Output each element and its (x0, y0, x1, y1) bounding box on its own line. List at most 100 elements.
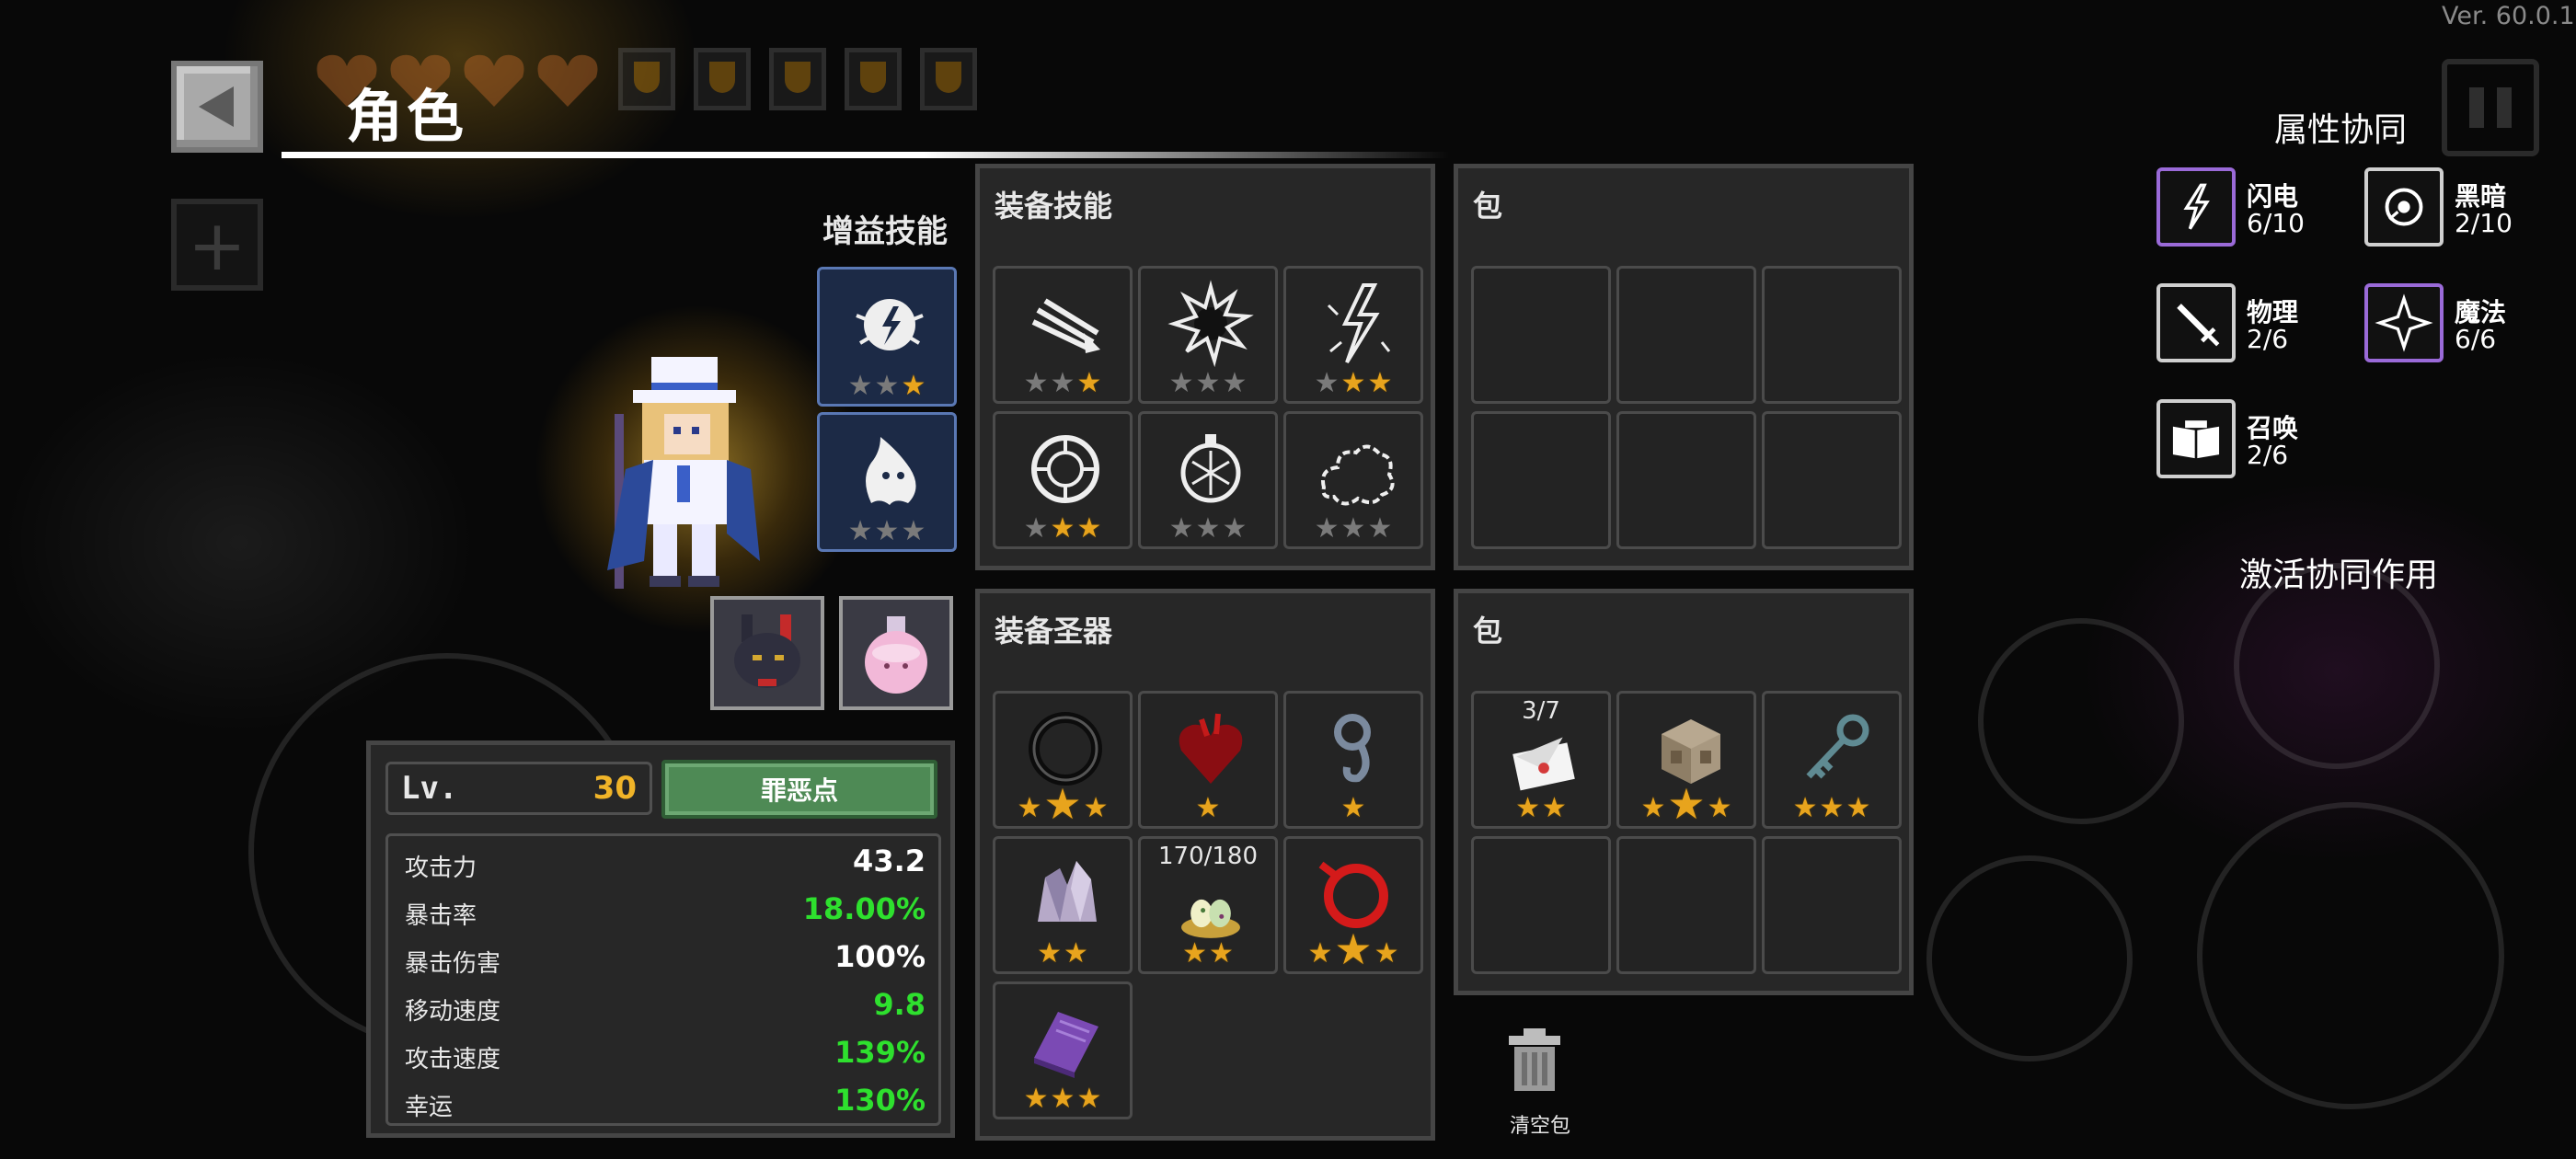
heart-icon (464, 54, 524, 107)
item-slot[interactable]: ★ ★ ★ (1283, 266, 1423, 404)
level-value: 30 (592, 770, 637, 807)
star-icon: ★ (874, 370, 900, 402)
star-icon: ★ (1340, 792, 1366, 824)
synergy-icon-button[interactable] (2364, 283, 2444, 362)
pause-icon (2497, 87, 2512, 128)
star-icon: ★ (1168, 512, 1194, 545)
star-rating: ★ ★ (995, 940, 1130, 968)
item-slot[interactable]: ★ ★ ★ (1138, 266, 1278, 404)
stat-row: 攻击力 43.2 (388, 840, 938, 888)
sin-points-button[interactable]: 罪恶点 (661, 760, 937, 819)
star-icon: ★ (1195, 792, 1221, 824)
add-button[interactable]: + (171, 199, 263, 291)
empty-slot[interactable] (1471, 411, 1611, 549)
stat-name: 暴击率 (405, 902, 477, 930)
boots-button[interactable] (1926, 855, 2133, 1061)
back-button[interactable] (171, 61, 263, 153)
shield-icon (694, 48, 751, 110)
star-icon: ★ (1195, 512, 1221, 545)
plus-icon: + (188, 203, 247, 286)
item-slot[interactable]: ★ ★ ★ (1138, 411, 1278, 549)
synergy-icon-button[interactable] (2156, 167, 2236, 247)
item-counter: 170/180 (1157, 843, 1258, 870)
star-icon: ★ (901, 515, 926, 547)
item-slot[interactable]: ★ ★ ★ (993, 266, 1133, 404)
sword-synergy-icon (2177, 304, 2220, 347)
companion-slot[interactable] (839, 596, 953, 710)
item-slot[interactable]: 170/180 ★ ★ (1138, 836, 1278, 974)
clear-bag-label: 清空包 (1509, 1115, 1570, 1138)
companion-slot[interactable] (710, 596, 824, 710)
level-label: Lv. (401, 770, 458, 807)
synergy-icon-button[interactable] (2364, 167, 2444, 247)
item-slot[interactable]: ★ (1283, 691, 1423, 829)
letter-envelope-icon (1512, 737, 1575, 791)
empty-slot[interactable] (1471, 266, 1611, 404)
equip-skills-title: 装备技能 (995, 189, 1113, 224)
stat-row: 暴击伤害 100% (388, 935, 938, 983)
stat-value: 43.2 (853, 843, 926, 878)
dash-button[interactable] (1978, 618, 2184, 824)
relic-bag-panel: 包 3/7 ★ ★ ★ ★ ★ ★ ★ ★ (1454, 589, 1914, 995)
stat-row: 移动速度 9.8 (388, 983, 938, 1031)
item-slot[interactable]: 3/7 ★ ★ (1471, 691, 1611, 829)
buff-skill-slot[interactable]: ★ ★ ★ (817, 267, 957, 407)
empty-slot[interactable] (1616, 266, 1756, 404)
pause-button[interactable] (2442, 59, 2539, 156)
empty-slot[interactable] (1616, 411, 1756, 549)
star-rating: ★ ★ ★ (995, 783, 1130, 825)
stat-row: 幸运 130% (388, 1079, 938, 1127)
lightning-synergy-icon (2183, 183, 2210, 230)
item-counter: 3/7 (1522, 697, 1560, 725)
star-icon: ★ (1667, 779, 1706, 829)
empty-slot[interactable] (1762, 411, 1902, 549)
star-rating: ★ ★ ★ (1765, 795, 1899, 822)
synergy-title: 属性协同 (2274, 111, 2408, 149)
synergy-icon-button[interactable] (2156, 399, 2236, 478)
synergy-icon-button[interactable] (2156, 283, 2236, 362)
empty-slot[interactable] (1471, 836, 1611, 974)
item-slot[interactable]: ★ ★ ★ (1616, 691, 1756, 829)
item-slot[interactable]: ★ ★ ★ (1283, 411, 1423, 549)
star-icon: ★ (1707, 792, 1732, 824)
empty-slot[interactable] (1616, 836, 1756, 974)
character-sprite (607, 357, 760, 589)
empty-slot[interactable] (1762, 266, 1902, 404)
item-slot[interactable]: ★ ★ ★ (1283, 836, 1423, 974)
star-icon: ★ (1076, 367, 1102, 399)
star-icon: ★ (1195, 367, 1221, 399)
summon-book-synergy-icon (2172, 420, 2220, 459)
star-icon: ★ (1222, 367, 1248, 399)
wind-ring-icon (1031, 435, 1099, 503)
synergy-count: 2/10 (2455, 208, 2513, 238)
star-icon: ★ (847, 515, 873, 547)
star-icon: ★ (1307, 937, 1333, 970)
blood-heart-icon (1179, 713, 1243, 784)
synergy-count: 2/6 (2247, 440, 2289, 470)
attack-button[interactable] (2197, 802, 2504, 1109)
stat-value: 130% (834, 1083, 926, 1118)
activate-synergy-label: 激活协同作用 (2239, 557, 2439, 594)
star-icon: ★ (1515, 792, 1540, 824)
star-icon: ★ (1037, 937, 1062, 970)
star-rating: ★ ★ ★ (1286, 928, 1420, 970)
equip-relics-panel: 装备圣器 ★ ★ ★ ★ ★ ★ ★ 170/180 ★ ★ ★ ★ ★ ★ ★ ★ (975, 589, 1435, 1141)
item-slot[interactable]: ★ ★ ★ (993, 411, 1133, 549)
ghost-flame-icon (866, 437, 916, 505)
empty-slot[interactable] (1762, 836, 1902, 974)
item-slot[interactable]: ★ ★ (993, 836, 1133, 974)
item-slot[interactable]: ★ ★ ★ (1762, 691, 1902, 829)
trash-can-icon[interactable] (1505, 1027, 1564, 1093)
star-icon: ★ (1792, 792, 1818, 824)
star-icon: ★ (1017, 792, 1042, 824)
old-key-icon (1806, 714, 1869, 779)
buff-skills-title: 增益技能 (822, 213, 948, 250)
equip-relics-title: 装备圣器 (995, 614, 1113, 648)
item-slot[interactable]: ★ ★ ★ (993, 691, 1133, 829)
title-underline (282, 152, 1450, 158)
star-icon: ★ (847, 370, 873, 402)
synergy-count: 6/6 (2455, 324, 2497, 354)
buff-skill-slot[interactable]: ★ ★ ★ (817, 412, 957, 552)
item-slot[interactable]: ★ (1138, 691, 1278, 829)
item-slot[interactable]: ★ ★ ★ (993, 981, 1133, 1119)
